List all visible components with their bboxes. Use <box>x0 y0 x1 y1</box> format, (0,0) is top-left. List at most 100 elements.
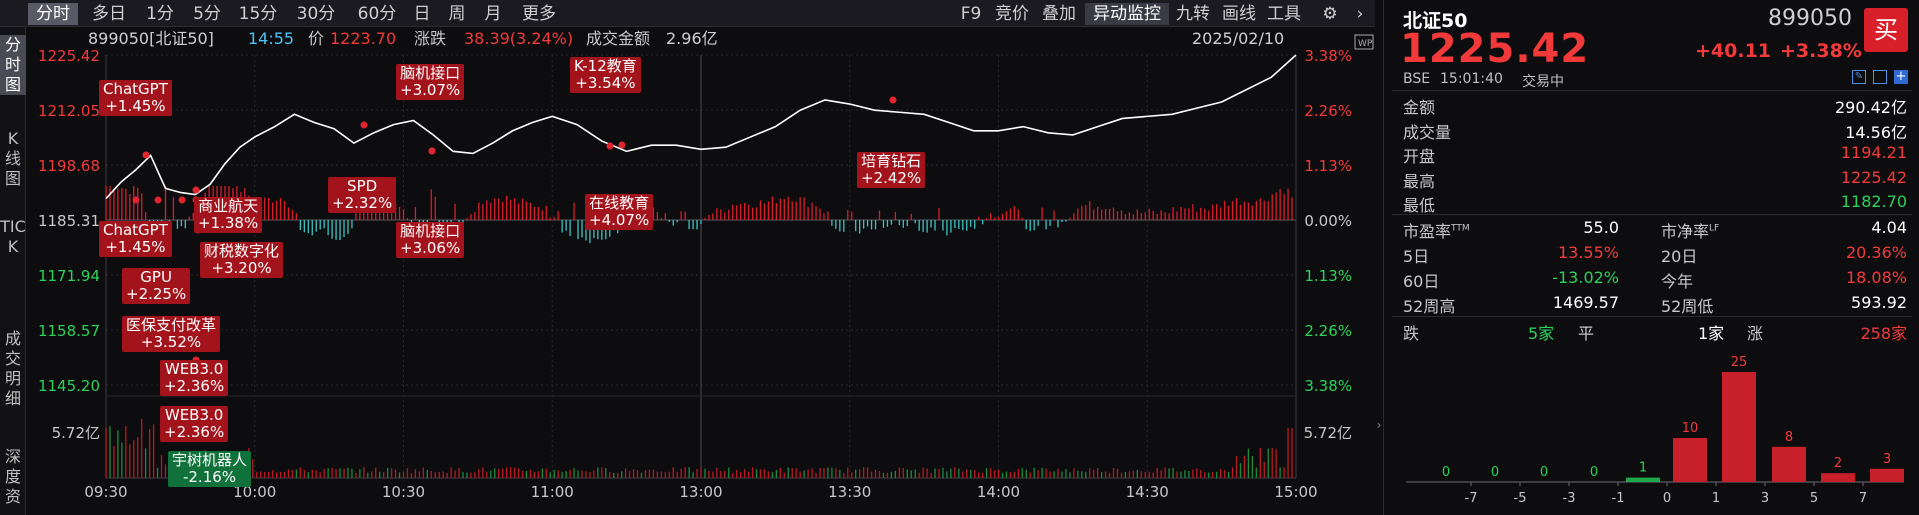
x-tick: 14:00 <box>977 483 1020 501</box>
event-annotation[interactable]: ChatGPT +1.45% <box>99 80 172 116</box>
annotation-label: 在线教育 <box>589 194 650 212</box>
annotation-pct: +4.07% <box>589 211 650 229</box>
annotation-dot <box>132 196 140 204</box>
y-tick-left: 1145.20 <box>38 377 100 395</box>
edit-icon[interactable]: ✎ <box>1852 70 1866 84</box>
divider <box>1392 214 1912 215</box>
collapse-panel-handle[interactable]: › <box>1375 410 1383 440</box>
y-tick-right: 3.38% <box>1304 47 1352 65</box>
quote-row-value: 14.56亿 <box>1845 122 1907 142</box>
annotation-dot <box>428 147 436 155</box>
event-annotation[interactable]: ChatGPT +1.45% <box>99 221 172 257</box>
low52-label: 52周低 <box>1661 297 1714 316</box>
quote-row-value: 1225.42 <box>1840 167 1907 187</box>
divider <box>1392 90 1912 91</box>
quote-row-label: 最低 <box>1403 196 1436 215</box>
d20-label: 20日 <box>1661 247 1698 266</box>
annotation-dot <box>360 121 368 129</box>
annotation-label: GPU <box>140 268 172 286</box>
annotation-pct: -2.16% <box>182 468 237 486</box>
event-annotation[interactable]: GPU +2.25% <box>122 268 191 304</box>
dist-bar <box>1870 468 1904 482</box>
pe-label: 市盈率TTM <box>1403 218 1470 242</box>
event-annotation[interactable]: 脑机接口 +3.07% <box>396 64 465 100</box>
event-annotation[interactable]: 在线教育 +4.07% <box>585 194 654 230</box>
d60-value: -13.02% <box>1552 268 1619 287</box>
annotation-pct: +3.20% <box>211 259 272 277</box>
add-icon[interactable]: + <box>1894 70 1908 84</box>
dist-bar <box>1821 473 1855 482</box>
event-annotation[interactable]: 商业航天 +1.38% <box>194 197 263 233</box>
annotation-pct: +3.52% <box>140 333 202 351</box>
y-tick-right: 1.13% <box>1304 267 1352 285</box>
event-annotation[interactable]: WEB3.0 +2.36% <box>160 360 229 396</box>
x-tick: 13:30 <box>828 483 871 501</box>
d5-label: 5日 <box>1403 247 1430 266</box>
last-price: 1225.42 <box>1400 26 1590 72</box>
annotation-dot <box>618 141 626 149</box>
x-tick: 09:30 <box>84 483 127 501</box>
y-tick-right: 5.72亿 <box>1304 424 1352 442</box>
annotation-label: 宇树机器人 <box>172 451 248 469</box>
event-annotation[interactable]: 财税数字化 +3.20% <box>200 242 284 278</box>
annotation-label: 培育钻石 <box>861 152 922 170</box>
dist-bar-label: 0 <box>1540 465 1548 480</box>
event-annotation[interactable]: 脑机接口 +3.06% <box>396 222 465 258</box>
ytd-value: 18.08% <box>1845 268 1907 287</box>
x-tick: 11:00 <box>531 483 574 501</box>
high52-value: 1469.57 <box>1552 293 1619 312</box>
annotation-pct: +2.32% <box>332 194 393 212</box>
divider <box>1392 316 1912 317</box>
annotation-dot <box>192 186 200 194</box>
annotation-pct: +3.07% <box>400 81 461 99</box>
annotation-pct: +1.38% <box>198 214 259 232</box>
dist-tick-label: 5 <box>1810 491 1818 506</box>
y-tick-left: 1212.05 <box>38 102 100 120</box>
quote-row-value: 1182.70 <box>1840 192 1907 211</box>
dist-bar-label: 3 <box>1883 452 1891 467</box>
annotation-pct: +1.45% <box>105 97 166 115</box>
y-tick-left: 1185.31 <box>38 212 100 230</box>
y-tick-left: 1171.94 <box>38 267 100 285</box>
pe-value: 55.0 <box>1583 218 1619 237</box>
event-annotation[interactable]: K-12教育 +3.54% <box>570 57 641 93</box>
event-annotation[interactable]: 医保支付改革 +3.52% <box>122 316 221 352</box>
annotation-label: 脑机接口 <box>400 222 461 240</box>
dist-tick-label: 0 <box>1663 491 1671 506</box>
annotation-pct: +3.54% <box>575 74 636 92</box>
annotation-label: 商业航天 <box>198 197 259 215</box>
dist-tick-label: 1 <box>1712 491 1720 506</box>
buy-button-label: 买 <box>1874 16 1898 44</box>
y-tick-left: 1158.57 <box>38 322 100 340</box>
annotation-pct: +2.42% <box>861 169 922 187</box>
exchange-code: BSE <box>1403 71 1431 87</box>
index-code: 899050 <box>1768 6 1852 31</box>
pb-label-sup: LF <box>1709 223 1720 234</box>
event-annotation[interactable]: 培育钻石 +2.42% <box>857 152 926 188</box>
dist-bar <box>1772 446 1806 482</box>
dist-bar-label: 8 <box>1785 430 1793 445</box>
event-annotation[interactable]: WEB3.0 +2.36% <box>160 406 229 442</box>
buy-button[interactable]: 买 <box>1864 8 1908 52</box>
quote-row-value: 1194.21 <box>1840 143 1907 162</box>
dist-bar <box>1673 438 1707 482</box>
low52-value: 593.92 <box>1851 293 1907 312</box>
rise-fall-distribution-chart: 0 0 0 0 1 10 25 8 2 3 -7 -5 -3 -1 0 1 3 5 7 <box>1406 355 1904 506</box>
dist-bar-label: 25 <box>1731 355 1748 370</box>
dist-bar-label: 1 <box>1639 461 1647 476</box>
y-tick-left: 1198.68 <box>38 157 100 175</box>
event-annotation[interactable]: SPD +2.32% <box>328 177 397 213</box>
y-tick-right: 1.13% <box>1304 157 1352 175</box>
window-icon[interactable] <box>1873 70 1887 84</box>
ytd-label: 今年 <box>1661 272 1694 291</box>
event-annotation[interactable]: 宇树机器人 -2.16% <box>168 451 252 487</box>
x-tick: 13:00 <box>679 483 722 501</box>
quote-row-label: 金额 <box>1403 98 1436 117</box>
dist-bar <box>1722 372 1756 482</box>
y-tick-right: 0.00% <box>1304 212 1352 230</box>
quote-row-label: 开盘 <box>1403 147 1436 166</box>
dist-tick-label: -3 <box>1563 491 1576 506</box>
pe-label-text: 市盈率 <box>1403 222 1452 241</box>
x-tick: 15:00 <box>1274 483 1317 501</box>
annotation-pct: +2.25% <box>126 285 187 303</box>
